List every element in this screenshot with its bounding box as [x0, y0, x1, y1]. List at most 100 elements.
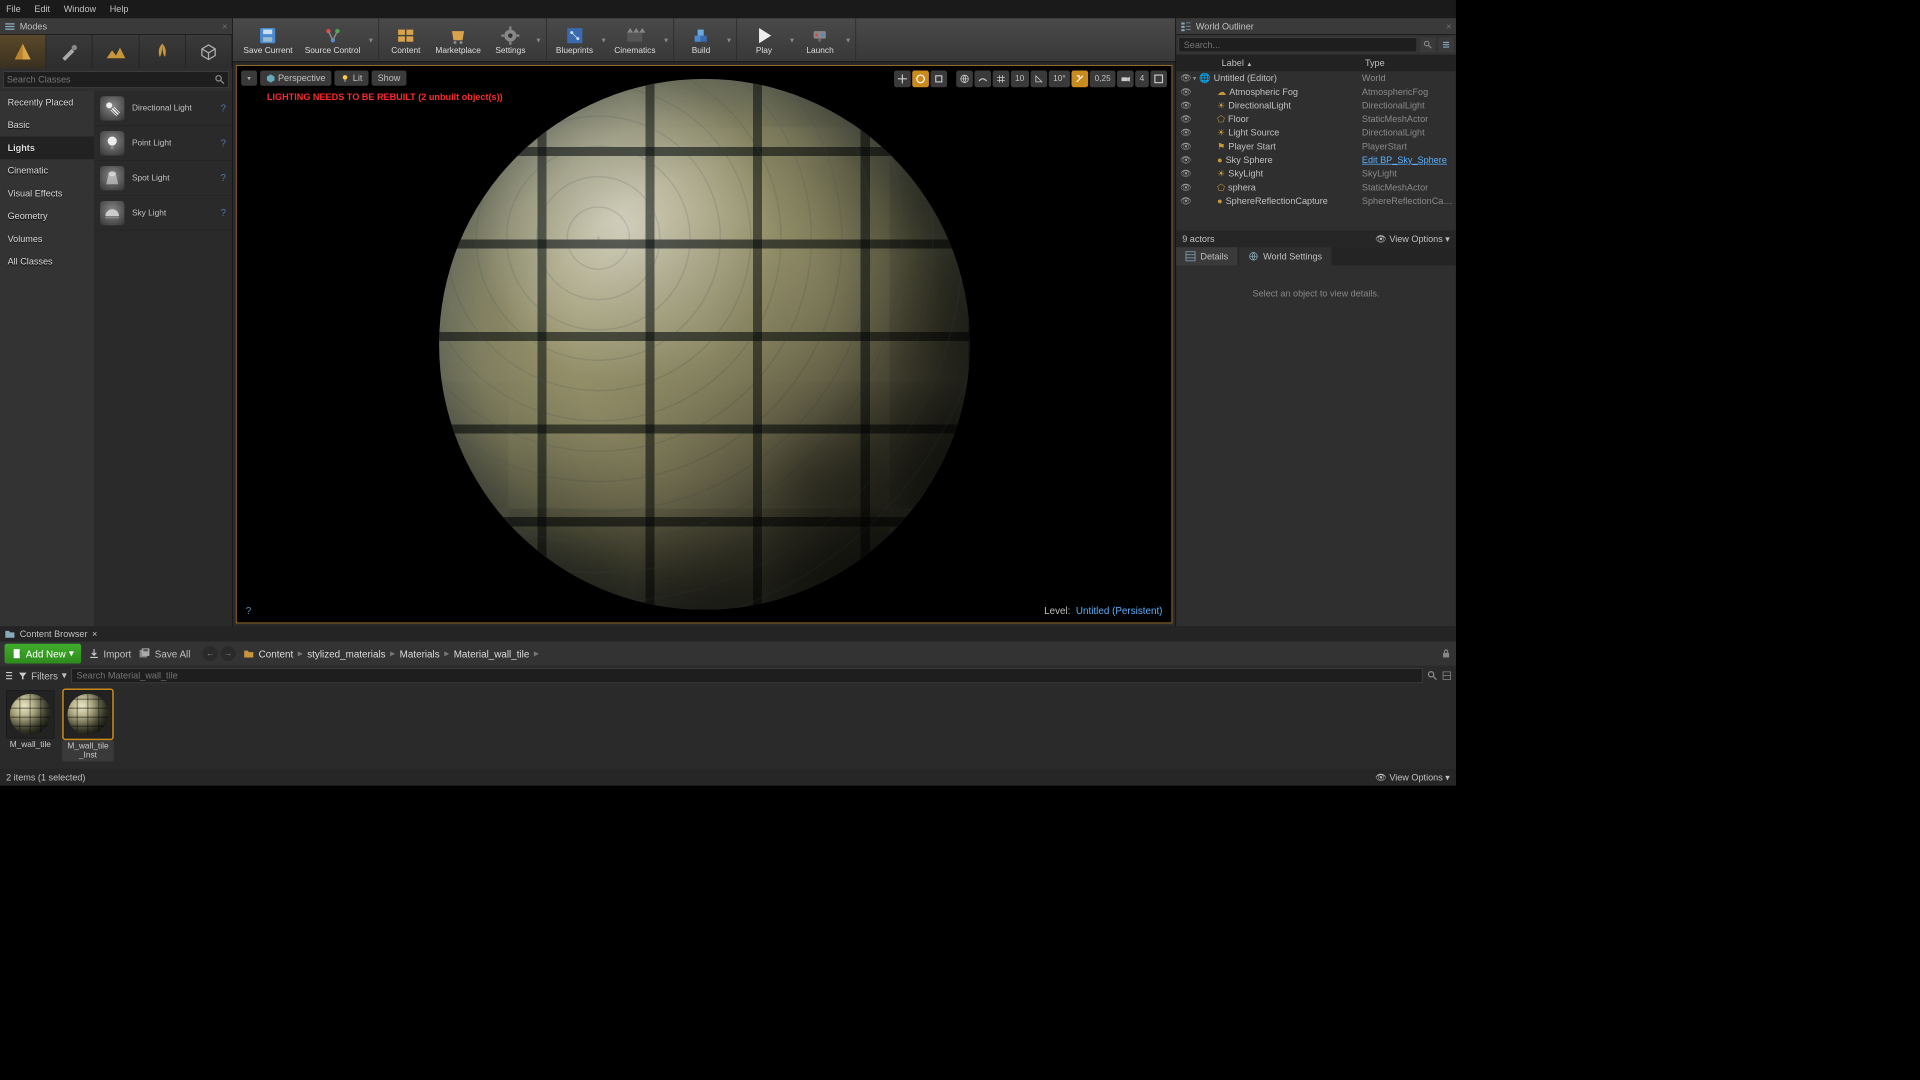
place-mode-button[interactable] — [0, 35, 46, 68]
foliage-mode-button[interactable] — [139, 35, 185, 68]
outliner-row[interactable]: 👁⬠ FloorStaticMeshActor — [1176, 112, 1456, 126]
item-spot-light[interactable]: Spot Light ? — [94, 161, 232, 196]
paint-mode-button[interactable] — [46, 35, 92, 68]
lit-dropdown[interactable]: Lit — [335, 71, 369, 86]
cat-cinematic[interactable]: Cinematic — [0, 159, 94, 182]
lock-button[interactable] — [1441, 648, 1452, 659]
close-icon[interactable]: × — [92, 629, 97, 640]
dropdown-icon[interactable]: ▼ — [725, 18, 734, 61]
crumb-item[interactable]: stylized_materials — [307, 648, 385, 659]
level-name-link[interactable]: Untitled (Persistent) — [1076, 605, 1163, 616]
outliner-row[interactable]: 👁☀ DirectionalLightDirectionalLight — [1176, 99, 1456, 113]
menu-help[interactable]: Help — [110, 4, 129, 15]
visibility-icon[interactable]: 👁 — [1179, 73, 1193, 84]
play-button[interactable]: Play — [740, 18, 787, 61]
outliner-options-button[interactable] — [1438, 37, 1453, 52]
scale-snap-value[interactable]: 0,25 — [1090, 71, 1115, 88]
settings-button[interactable]: Settings — [487, 18, 534, 61]
help-icon[interactable]: ? — [220, 137, 225, 148]
visibility-icon[interactable]: 👁 — [1179, 168, 1193, 179]
camera-speed-value[interactable]: 4 — [1135, 71, 1149, 88]
outliner-row[interactable]: 👁⬠ spheraStaticMeshActor — [1176, 180, 1456, 194]
outliner-search-input[interactable] — [1178, 37, 1417, 52]
geometry-mode-button[interactable] — [186, 35, 232, 68]
filters-button[interactable]: Filters ▾ — [18, 670, 66, 682]
back-button[interactable]: ← — [203, 646, 218, 661]
asset-thumbnail[interactable]: M_wall_tile_Inst — [62, 690, 114, 761]
menu-file[interactable]: File — [6, 4, 21, 15]
visibility-icon[interactable]: 👁 — [1179, 127, 1193, 138]
modes-search-input[interactable] — [7, 74, 215, 85]
cat-recently-placed[interactable]: Recently Placed — [0, 91, 94, 114]
content-search-input[interactable] — [71, 668, 1422, 683]
outliner-root[interactable]: 👁 ▾🌐Untitled (Editor) World — [1176, 71, 1456, 85]
help-icon[interactable]: ? — [220, 172, 225, 183]
show-dropdown[interactable]: Show — [372, 71, 407, 86]
scale-snap-button[interactable] — [1072, 71, 1089, 88]
item-sky-light[interactable]: Sky Light ? — [94, 196, 232, 231]
cat-basic[interactable]: Basic — [0, 114, 94, 137]
outliner-row[interactable]: 👁☀ Light SourceDirectionalLight — [1176, 126, 1456, 140]
perspective-dropdown[interactable]: Perspective — [260, 71, 332, 86]
visibility-icon[interactable]: 👁 — [1179, 86, 1193, 97]
menu-window[interactable]: Window — [64, 4, 96, 15]
menu-edit[interactable]: Edit — [34, 4, 50, 15]
save-current-button[interactable]: Save Current — [237, 18, 298, 61]
dropdown-icon[interactable]: ▼ — [599, 18, 608, 61]
item-point-light[interactable]: Point Light ? — [94, 126, 232, 161]
dropdown-icon[interactable]: ▼ — [366, 18, 375, 61]
source-control-button[interactable]: Source Control — [299, 18, 367, 61]
cat-all-classes[interactable]: All Classes — [0, 250, 94, 273]
cat-lights[interactable]: Lights — [0, 136, 94, 159]
cinematics-button[interactable]: Cinematics — [608, 18, 661, 61]
launch-button[interactable]: Launch — [797, 18, 844, 61]
build-button[interactable]: Build — [677, 18, 724, 61]
surface-snap-button[interactable] — [974, 71, 991, 88]
crumb-item[interactable]: Material_wall_tile — [454, 648, 530, 659]
grid-snap-value[interactable]: 10 — [1010, 71, 1028, 88]
landscape-mode-button[interactable] — [93, 35, 139, 68]
view-options-button[interactable]: 👁 View Options ▾ — [1375, 234, 1450, 245]
import-button[interactable]: Import — [89, 648, 131, 659]
close-icon[interactable]: × — [222, 21, 227, 32]
search-icon[interactable] — [1427, 670, 1438, 681]
world-settings-tab[interactable]: World Settings — [1239, 247, 1331, 265]
grid-snap-button[interactable] — [992, 71, 1009, 88]
outliner-row[interactable]: 👁☁ Atmospheric FogAtmosphericFog — [1176, 85, 1456, 99]
modes-search[interactable] — [3, 71, 229, 88]
visibility-icon[interactable]: 👁 — [1179, 155, 1193, 166]
angle-snap-button[interactable] — [1030, 71, 1047, 88]
angle-snap-value[interactable]: 10° — [1049, 71, 1071, 88]
visibility-icon[interactable]: 👁 — [1179, 114, 1193, 125]
visibility-icon[interactable]: 👁 — [1179, 100, 1193, 111]
dropdown-icon[interactable]: ▼ — [534, 18, 543, 61]
help-icon[interactable]: ? — [220, 102, 225, 113]
view-options-button[interactable]: 👁 View Options ▾ — [1375, 772, 1450, 783]
maximize-viewport-button[interactable] — [1150, 71, 1167, 88]
close-icon[interactable]: × — [1446, 21, 1451, 32]
level-viewport[interactable]: Perspective Lit Show LIGHTING NEEDS TO B… — [236, 65, 1173, 623]
cat-geometry[interactable]: Geometry — [0, 205, 94, 228]
dropdown-icon[interactable]: ▼ — [787, 18, 796, 61]
search-icon[interactable] — [1420, 37, 1435, 52]
outliner-col-label[interactable]: Label ▲ — [1219, 58, 1365, 69]
dropdown-icon[interactable]: ▼ — [662, 18, 671, 61]
blueprints-button[interactable]: Blueprints — [550, 18, 599, 61]
outliner-col-type[interactable]: Type — [1365, 58, 1456, 69]
visibility-icon[interactable]: 👁 — [1179, 141, 1193, 152]
viewport-options-dropdown[interactable] — [241, 71, 257, 86]
forward-button[interactable]: → — [221, 646, 236, 661]
marketplace-button[interactable]: Marketplace — [429, 18, 487, 61]
item-directional-light[interactable]: Directional Light ? — [94, 91, 232, 126]
dropdown-icon[interactable]: ▼ — [844, 18, 853, 61]
modes-tab[interactable]: Modes × — [0, 18, 232, 35]
actor-type[interactable]: Edit BP_Sky_Sphere — [1362, 155, 1453, 166]
content-settings-button[interactable] — [1442, 671, 1451, 680]
outliner-row[interactable]: 👁● Sky SphereEdit BP_Sky_Sphere — [1176, 153, 1456, 167]
world-outliner-tab[interactable]: World Outliner × — [1176, 18, 1456, 35]
cat-visual-effects[interactable]: Visual Effects — [0, 182, 94, 205]
help-icon[interactable]: ? — [246, 605, 251, 616]
outliner-row[interactable]: 👁☀ SkyLightSkyLight — [1176, 167, 1456, 181]
outliner-row[interactable]: 👁⚑ Player StartPlayerStart — [1176, 140, 1456, 154]
visibility-icon[interactable]: 👁 — [1179, 196, 1193, 207]
